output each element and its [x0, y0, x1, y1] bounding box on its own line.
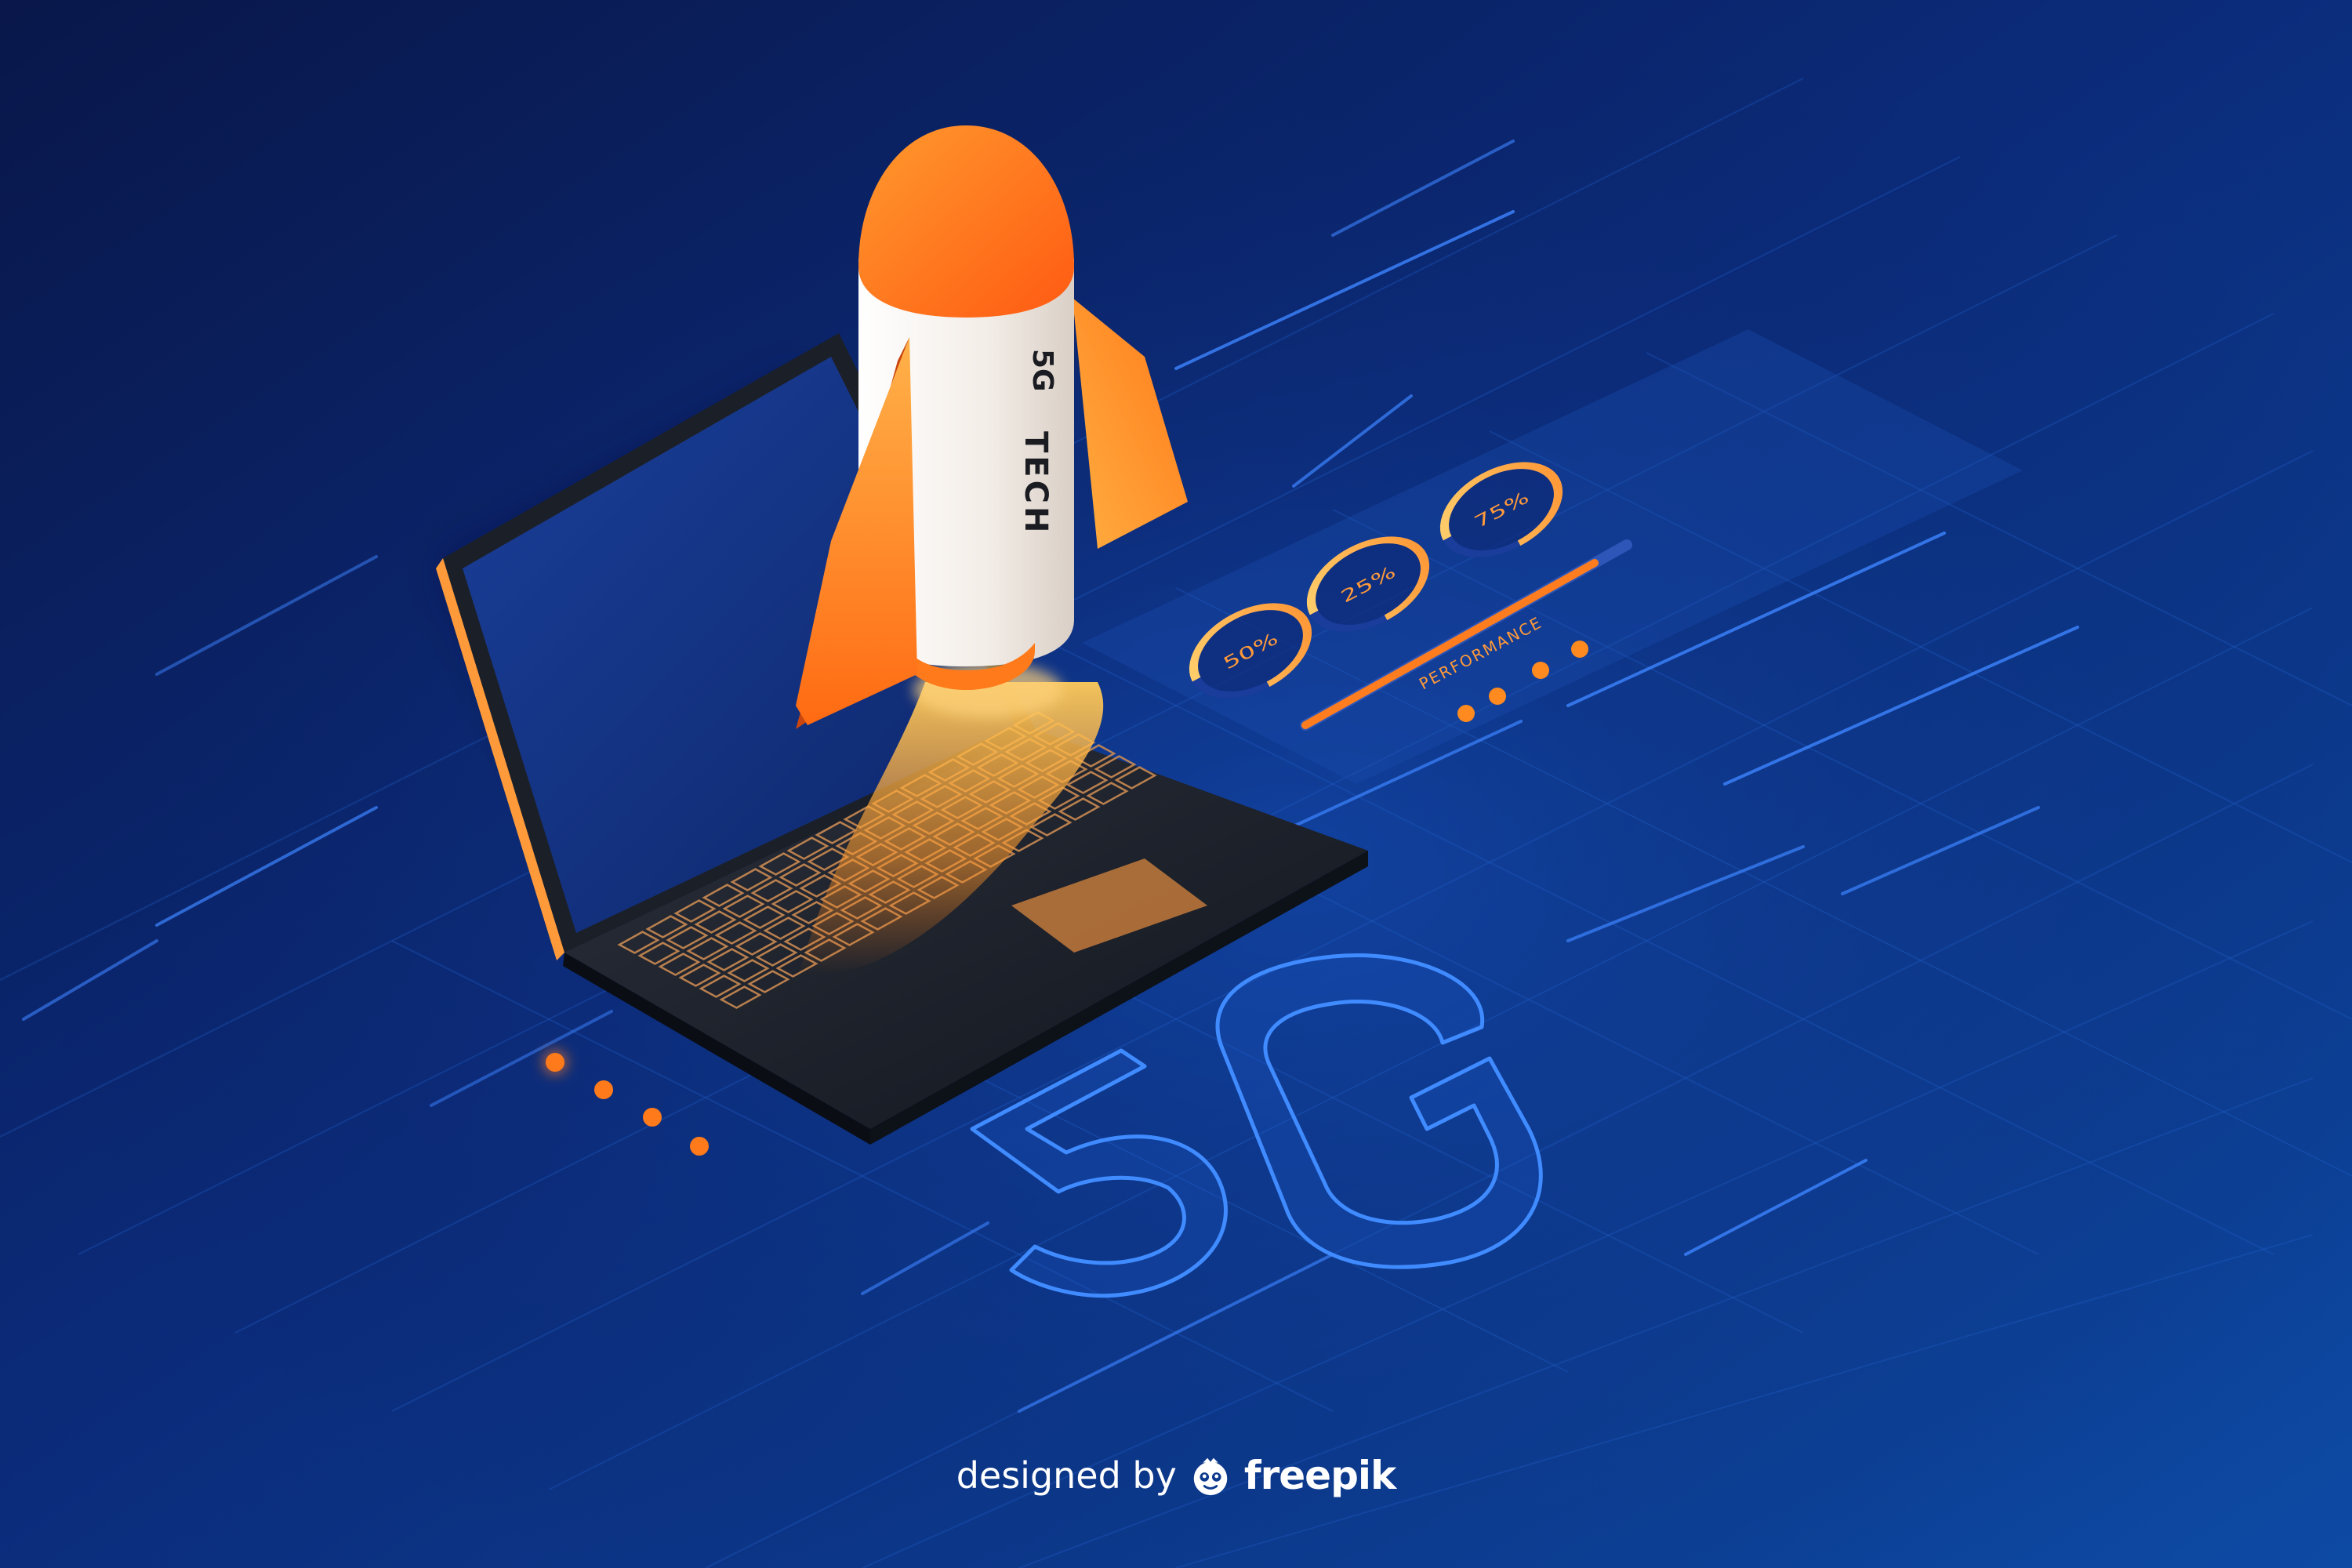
panel-dot-3 — [1532, 662, 1549, 679]
floor-dot-1-core — [546, 1053, 564, 1072]
panel-dot-1 — [1457, 705, 1475, 722]
floor-dot-2 — [594, 1080, 613, 1099]
panel-dot-2 — [1489, 688, 1506, 705]
scene-illustration: 50%25%75% PERFORMANCE 5G 5G TECH — [0, 0, 2352, 1568]
freepik-logo-icon — [1193, 1457, 1228, 1496]
floor-5g-text: 5G — [1223, 1389, 1234, 1398]
credit: designed by freepik — [941, 1444, 1411, 1507]
panel-dot-4 — [1571, 641, 1588, 658]
credit-prefix: designed by — [956, 1454, 1177, 1497]
rocket-label-5g: 5G — [1026, 349, 1058, 392]
floor-dot-4 — [690, 1137, 709, 1156]
credit-brand: freepik — [1243, 1453, 1396, 1498]
floor-dot-3 — [643, 1108, 662, 1127]
rocket-label-tech: TECH — [1018, 431, 1054, 535]
